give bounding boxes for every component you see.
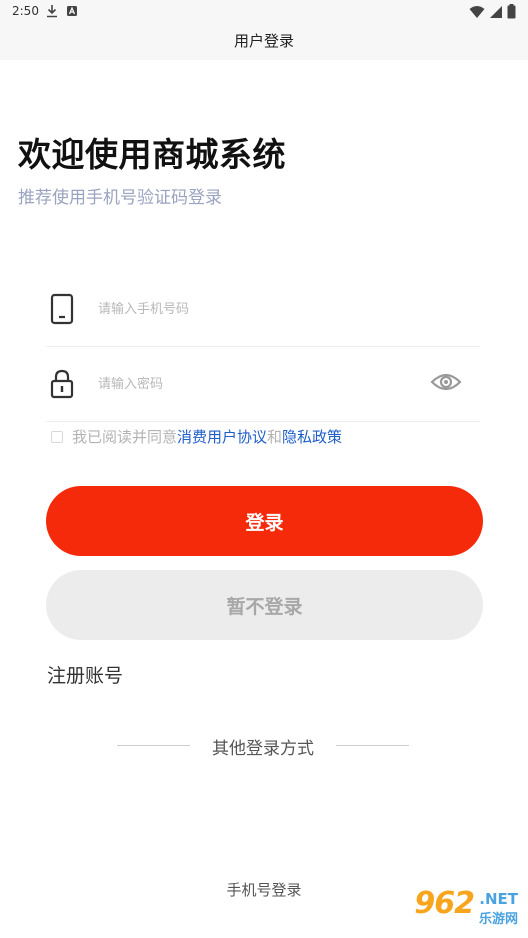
user-agreement-link[interactable]: 消费用户协议	[177, 426, 267, 447]
welcome-subheading: 推荐使用手机号验证码登录	[18, 188, 222, 208]
other-methods-divider: 其他登录方式	[117, 734, 409, 759]
status-icons	[469, 4, 516, 19]
status-bar: 2:50	[0, 0, 528, 24]
password-field-row	[46, 346, 480, 422]
skip-login-button[interactable]: 暂不登录	[46, 570, 483, 640]
phone-icon	[50, 293, 74, 325]
welcome-heading: 欢迎使用商城系统	[18, 135, 286, 174]
lock-icon	[50, 369, 74, 399]
password-input[interactable]	[98, 372, 418, 396]
page-title: 用户登录	[233, 32, 294, 50]
phone-field-row	[46, 271, 480, 347]
eye-icon[interactable]	[430, 370, 462, 394]
download-icon	[47, 5, 57, 18]
phone-input[interactable]	[98, 297, 418, 321]
site-watermark: 962 .NET 乐游网	[392, 886, 522, 932]
privacy-policy-link[interactable]: 隐私政策	[282, 426, 342, 447]
login-button[interactable]: 登录	[46, 486, 483, 556]
agreement-checkbox[interactable]	[51, 430, 63, 443]
watermark-site: 乐游网	[478, 912, 518, 927]
signal-icon	[490, 5, 502, 18]
other-methods-label: 其他登录方式	[212, 739, 314, 759]
battery-icon	[507, 4, 516, 19]
watermark-logo: 962	[414, 886, 475, 921]
title-bar: 用户登录	[0, 24, 528, 60]
register-link[interactable]: 注册账号	[47, 661, 123, 688]
agreement-joiner: 和	[267, 428, 283, 446]
a-notification-icon	[67, 6, 77, 16]
status-time: 2:50	[12, 4, 39, 18]
agreement-prefix: 我已阅读并同意	[72, 428, 178, 446]
watermark-net: .NET	[479, 890, 518, 908]
agreement-row: 我已阅读并同意 消费用户协议 和 隐私政策	[51, 426, 342, 447]
divider-line-right	[336, 745, 409, 746]
wifi-icon	[469, 5, 485, 18]
